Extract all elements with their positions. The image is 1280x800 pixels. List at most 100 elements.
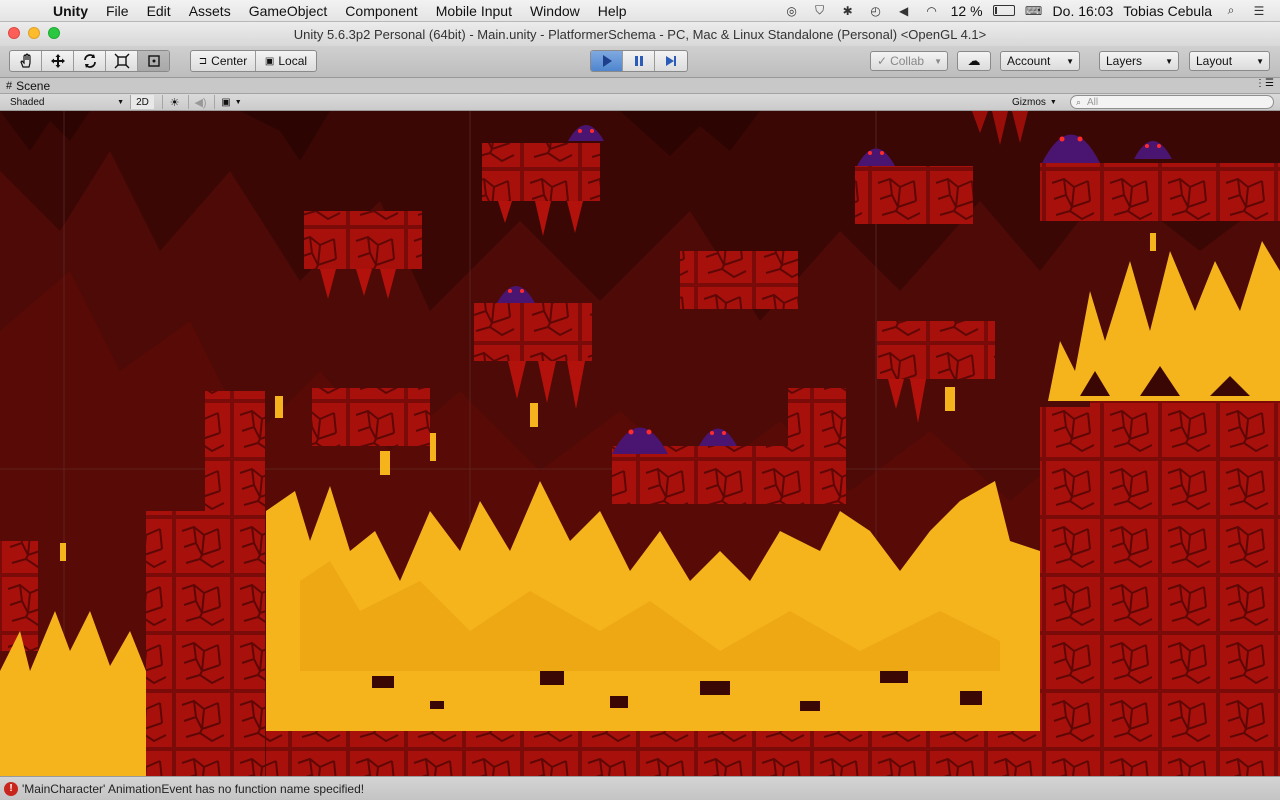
cloud-icon: ☁: [967, 53, 981, 68]
collab-check-icon: ✓: [877, 54, 888, 68]
tab-scene[interactable]: # Scene: [6, 78, 50, 94]
shading-mode-dropdown[interactable]: Shaded ▼: [4, 95, 126, 109]
pivot-local-button[interactable]: ▣ Local: [256, 51, 316, 71]
rotate-icon: [83, 54, 96, 68]
window-maximize-button[interactable]: [48, 27, 60, 39]
bluetooth-icon[interactable]: ✱: [839, 4, 857, 18]
pivot-center-button[interactable]: ⊐ Center: [191, 51, 256, 71]
battery-icon[interactable]: [992, 5, 1015, 16]
time-machine-icon[interactable]: ◴: [867, 4, 885, 18]
chevron-down-icon: ▼: [117, 98, 124, 106]
chevron-down-icon: ▼: [1066, 57, 1074, 66]
keyboard-icon[interactable]: ⌨: [1025, 4, 1043, 18]
scene-viewport[interactable]: [0, 111, 1280, 776]
pivot-local-label: Local: [278, 54, 308, 68]
tower-right-front: [1040, 407, 1095, 776]
pivot-toggles: ⊐ Center ▣ Local: [190, 50, 317, 72]
play-button[interactable]: [591, 51, 623, 71]
account-label: Account: [1007, 54, 1051, 68]
menubar-clock[interactable]: Do. 16:03: [1053, 3, 1114, 19]
window-titlebar: Unity 5.6.3p2 Personal (64bit) - Main.un…: [0, 22, 1280, 46]
spotlight-search-icon[interactable]: ⌕: [1222, 3, 1240, 18]
scene-tab-label: Scene: [16, 79, 51, 93]
mode-2d-label: 2D: [136, 96, 149, 108]
menu-bar: Unity File Edit Assets GameObject Compon…: [0, 0, 1280, 22]
html5-icon[interactable]: ⛉: [811, 3, 829, 18]
sun-icon: ☀: [169, 96, 180, 109]
image-icon: ▣: [221, 96, 231, 108]
platform-center: [680, 251, 798, 309]
chevron-down-icon: ▼: [1049, 98, 1057, 106]
scale-tool-button[interactable]: [106, 51, 138, 71]
pause-icon: [634, 56, 643, 66]
pause-button[interactable]: [623, 51, 655, 71]
rotate-tool-button[interactable]: [74, 51, 106, 71]
tower-right: [1090, 396, 1280, 776]
audio-toggle[interactable]: ◀): [188, 95, 212, 109]
menu-file[interactable]: File: [97, 3, 138, 19]
menu-component[interactable]: Component: [336, 3, 426, 19]
chevron-down-icon: ▼: [1165, 57, 1173, 66]
speaker-icon: ◀): [194, 96, 207, 109]
move-arrows-icon: [50, 54, 65, 68]
effects-dropdown[interactable]: ▣ ▼: [214, 95, 248, 109]
panel-options-icon[interactable]: ⋮☰: [1255, 78, 1274, 89]
menu-gameobject[interactable]: GameObject: [240, 3, 337, 19]
hand-tool-button[interactable]: [10, 51, 42, 71]
wifi-icon[interactable]: ◠: [923, 4, 941, 18]
play-icon: [602, 55, 612, 67]
game-scene-canvas[interactable]: [0, 111, 1280, 776]
cloud-services-button[interactable]: ☁: [957, 51, 991, 71]
menu-assets[interactable]: Assets: [180, 3, 240, 19]
scene-tab-bar: # Scene ⋮☰: [0, 78, 1280, 94]
collab-dropdown[interactable]: ✓ Collab ▼: [870, 51, 948, 71]
gizmos-label: Gizmos: [1012, 96, 1046, 108]
chevron-down-icon: ▼: [934, 57, 942, 66]
scale-icon: [114, 53, 129, 69]
console-message[interactable]: 'MainCharacter' AnimationEvent has no fu…: [22, 782, 364, 796]
chevron-down-icon: ▼: [234, 98, 242, 106]
gizmos-dropdown[interactable]: Gizmos ▼: [1012, 95, 1062, 109]
menubar-user[interactable]: Tobias Cebula: [1123, 3, 1212, 19]
window-minimize-button[interactable]: [28, 27, 40, 39]
menu-app-unity[interactable]: Unity: [44, 3, 97, 19]
shading-mode-label: Shaded: [10, 96, 45, 108]
menu-help[interactable]: Help: [589, 3, 636, 19]
layers-label: Layers: [1106, 54, 1143, 68]
ledge-top-right: [1040, 163, 1280, 221]
menu-edit[interactable]: Edit: [138, 3, 180, 19]
console-status-bar[interactable]: ! 'MainCharacter' AnimationEvent has no …: [0, 776, 1280, 800]
layers-dropdown[interactable]: Layers ▼: [1099, 51, 1179, 71]
playback-controls: [590, 50, 688, 72]
pillar-left-mid: [146, 511, 206, 776]
scene-view-toolbar: Shaded ▼ 2D ☀ ◀) ▣ ▼ Gizmos ▼ ⌕ All: [0, 94, 1280, 111]
platform-left-low: [312, 388, 430, 446]
pivot-center-label: Center: [211, 54, 248, 68]
menu-mobile-input[interactable]: Mobile Input: [427, 3, 521, 19]
step-button[interactable]: [655, 51, 687, 71]
platform-top-right: [855, 166, 973, 224]
window-close-button[interactable]: [8, 27, 20, 39]
volume-icon[interactable]: ◀: [895, 4, 913, 18]
lighting-toggle[interactable]: ☀: [162, 95, 186, 109]
creative-cloud-icon[interactable]: ◎: [783, 4, 801, 18]
local-cube-icon: ▣: [264, 55, 275, 67]
rect-transform-icon: [147, 55, 160, 67]
transform-tools: [9, 50, 170, 72]
move-tool-button[interactable]: [42, 51, 74, 71]
layout-label: Layout: [1196, 54, 1233, 68]
rect-tool-button[interactable]: [138, 51, 169, 71]
notification-center-icon[interactable]: ☰: [1250, 4, 1268, 18]
floor-bricks: [266, 731, 1040, 776]
search-placeholder: All: [1087, 96, 1099, 108]
scene-grid-icon: #: [6, 80, 13, 92]
pillar-left-tall: [205, 391, 265, 776]
window-title: Unity 5.6.3p2 Personal (64bit) - Main.un…: [293, 26, 987, 42]
battery-percent: 12 %: [950, 2, 983, 19]
account-dropdown[interactable]: Account ▼: [1000, 51, 1080, 71]
menu-window[interactable]: Window: [521, 3, 589, 19]
chevron-down-icon: ▼: [1256, 57, 1264, 66]
layout-dropdown[interactable]: Layout ▼: [1189, 51, 1270, 71]
mode-2d-toggle[interactable]: 2D: [130, 95, 154, 109]
scene-search-input[interactable]: ⌕ All: [1070, 95, 1274, 109]
